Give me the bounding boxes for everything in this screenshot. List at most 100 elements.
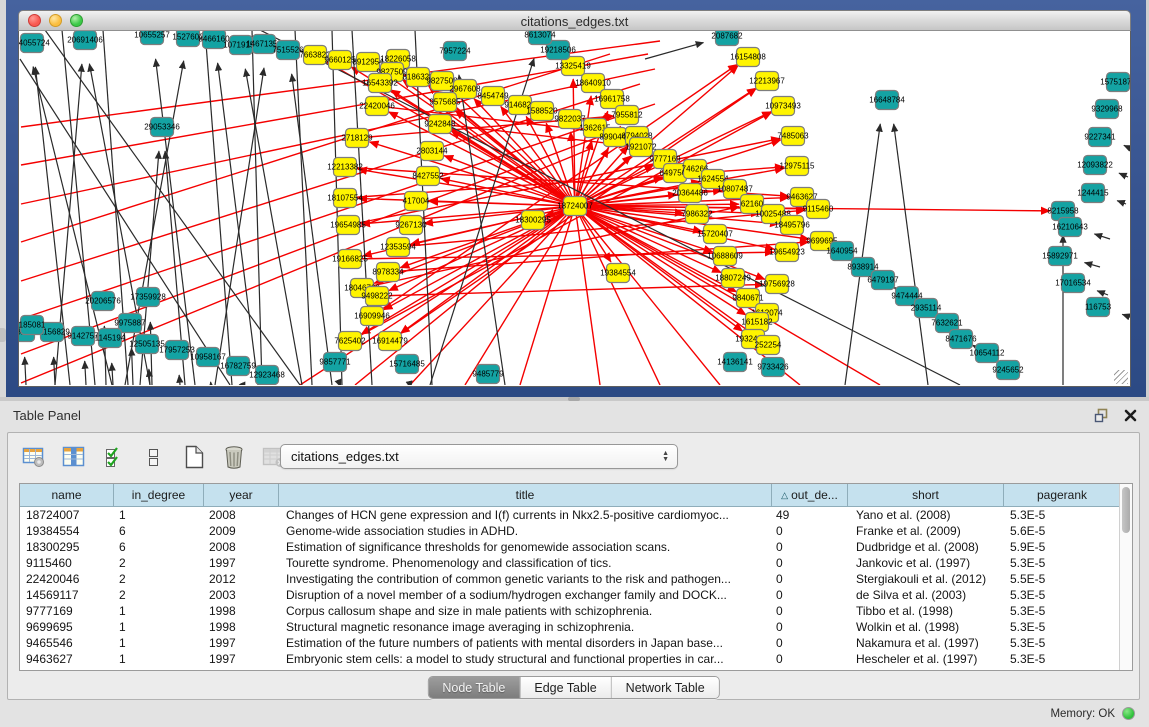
graph-node-teal[interactable]: 20691406: [67, 31, 103, 50]
graph-node-yellow[interactable]: 7625402: [334, 332, 366, 351]
graph-node-yellow[interactable]: 8978334: [372, 263, 404, 282]
select-columns-icon[interactable]: [60, 443, 88, 471]
graph-node-teal[interactable]: 15892971: [1042, 247, 1078, 266]
graph-node-teal[interactable]: 9329968: [1091, 100, 1123, 119]
graph-node-yellow[interactable]: 9242848: [424, 115, 456, 134]
graph-node-teal[interactable]: 116753: [1085, 298, 1112, 317]
graph-node-yellow[interactable]: 7485063: [777, 127, 809, 146]
side-panel-handle[interactable]: [0, 328, 6, 342]
graph-node-yellow[interactable]: 417004: [403, 192, 430, 211]
column-header-year[interactable]: year: [204, 484, 279, 506]
graph-node-teal[interactable]: 1145194: [95, 329, 126, 348]
graph-node-teal[interactable]: 9227341: [1084, 128, 1116, 147]
graph-node-yellow[interactable]: 2718129: [341, 129, 373, 148]
cell-short: Stergiakouli et al. (2012): [848, 571, 1004, 587]
graph-node-yellow[interactable]: 12975115: [780, 157, 816, 176]
clear-selection-icon[interactable]: [140, 443, 168, 471]
graph-node-teal[interactable]: 6479197: [867, 271, 899, 290]
graph-node-yellow[interactable]: 9660125: [324, 51, 356, 70]
column-header-name[interactable]: name: [20, 484, 114, 506]
graph-node-teal[interactable]: 9485779: [472, 365, 504, 384]
svg-text:9498222: 9498222: [361, 292, 393, 301]
tab-node-table[interactable]: Node Table: [428, 677, 519, 698]
select-all-checks-icon[interactable]: [100, 443, 128, 471]
graph-node-teal[interactable]: 9733426: [757, 358, 789, 377]
column-header-out_de[interactable]: △out_de...: [772, 484, 848, 506]
table-row[interactable]: 1830029562008Estimation of significance …: [20, 539, 1132, 555]
graph-node-teal[interactable]: 24055724: [19, 34, 50, 53]
graph-node-teal[interactable]: 2087682: [711, 31, 743, 46]
graph-node-yellow[interactable]: 2803144: [416, 142, 448, 161]
graph-node-yellow[interactable]: 19654985: [330, 216, 366, 235]
graph-node-teal[interactable]: 16648784: [869, 91, 905, 110]
network-canvas-svg: 1872400776638229660125891295418226058982…: [19, 31, 1130, 385]
graph-node-teal[interactable]: 9245652: [992, 361, 1024, 380]
svg-text:1145194: 1145194: [95, 334, 126, 343]
graph-node-teal[interactable]: 12093822: [1077, 156, 1113, 175]
column-header-title[interactable]: title: [279, 484, 772, 506]
new-document-icon[interactable]: [180, 443, 208, 471]
table-row[interactable]: 2242004622012Investigating the contribut…: [20, 571, 1132, 587]
vertical-scrollbar[interactable]: [1119, 484, 1132, 670]
graph-node-teal[interactable]: 20206576: [85, 292, 121, 311]
graph-node-yellow[interactable]: 19384554: [600, 264, 636, 283]
graph-node-teal[interactable]: 8613074: [524, 31, 556, 45]
tab-network-table[interactable]: Network Table: [611, 677, 719, 698]
graph-node-teal[interactable]: 17016534: [1055, 274, 1091, 293]
svg-text:62160: 62160: [741, 200, 764, 209]
graph-node-yellow[interactable]: 1588520: [526, 102, 558, 121]
delete-trash-icon[interactable]: [220, 443, 248, 471]
graph-node-yellow[interactable]: 16154808: [730, 48, 766, 67]
graph-node-teal[interactable]: 7515526: [272, 41, 304, 60]
table-settings-icon[interactable]: [20, 443, 48, 471]
graph-node-yellow[interactable]: 9267130: [395, 216, 427, 235]
table-select-dropdown[interactable]: citations_edges.txt ▲▼: [280, 444, 678, 469]
table-row[interactable]: 977716911998Corpus callosum shape and si…: [20, 603, 1132, 619]
graph-node-yellow[interactable]: 9575685: [429, 93, 461, 112]
tab-edge-table[interactable]: Edge Table: [519, 677, 610, 698]
table-row[interactable]: 946554611997Estimation of the future num…: [20, 635, 1132, 651]
graph-node-yellow[interactable]: 7986322: [681, 205, 713, 224]
close-icon[interactable]: [1124, 409, 1137, 422]
graph-node-teal[interactable]: 15751874: [1100, 73, 1130, 92]
network-view-canvas[interactable]: 1872400776638229660125891295418226058982…: [18, 31, 1131, 387]
table-row[interactable]: 911546021997Tourette syndrome. Phenomeno…: [20, 555, 1132, 571]
graph-node-yellow[interactable]: 12213967: [749, 72, 785, 91]
graph-node-teal[interactable]: 17359928: [130, 288, 166, 307]
svg-text:9975887: 9975887: [114, 319, 146, 328]
column-header-short[interactable]: short: [848, 484, 1004, 506]
graph-node-yellow[interactable]: 1615182: [741, 313, 773, 332]
graph-node-teal[interactable]: 1244415: [1077, 184, 1109, 203]
table-row[interactable]: 1456911722003Disruption of a novel membe…: [20, 587, 1132, 603]
cell-in_degree: 6: [114, 539, 204, 555]
graph-node-yellow[interactable]: 8427552: [412, 167, 444, 186]
graph-node-yellow[interactable]: 12353594: [380, 238, 416, 257]
column-header-pagerank[interactable]: pagerank: [1004, 484, 1121, 506]
table-row[interactable]: 1938455462009Genome-wide association stu…: [20, 523, 1132, 539]
graph-node-teal[interactable]: 14136141: [717, 353, 753, 372]
window-resize-grip[interactable]: [1114, 370, 1128, 384]
graph-node-yellow[interactable]: 19654923: [769, 243, 805, 262]
graph-node-teal[interactable]: 185081: [19, 316, 46, 335]
scrollbar-thumb[interactable]: [1122, 487, 1130, 533]
svg-text:12213382: 12213382: [327, 163, 363, 172]
graph-node-yellow[interactable]: 252254: [755, 336, 782, 355]
graph-node-teal[interactable]: 8471676: [945, 330, 977, 349]
cell-title: Investigating the contribution of common…: [279, 571, 772, 587]
graph-node-teal[interactable]: 29053346: [144, 118, 180, 137]
graph-node-teal[interactable]: 15716485: [389, 355, 425, 374]
graph-node-teal[interactable]: 9857771: [319, 353, 351, 372]
graph-node-yellow[interactable]: 19756928: [759, 275, 795, 294]
graph-node-yellow[interactable]: 9498222: [361, 287, 393, 306]
graph-node-teal[interactable]: 7957224: [439, 42, 471, 61]
table-row[interactable]: 946362711997Embryonic stem cells: a mode…: [20, 651, 1132, 667]
table-row[interactable]: 1872400712008Changes of HCN gene express…: [20, 507, 1132, 523]
graph-node-teal[interactable]: 10655257: [134, 31, 170, 45]
graph-node-yellow[interactable]: 7955812: [611, 106, 643, 125]
float-window-icon[interactable]: [1094, 408, 1110, 423]
network-window-titlebar[interactable]: citations_edges.txt: [18, 10, 1131, 31]
column-header-in_degree[interactable]: in_degree: [114, 484, 204, 506]
svg-text:16543392: 16543392: [362, 79, 398, 88]
table-row[interactable]: 969969511998Structural magnetic resonanc…: [20, 619, 1132, 635]
graph-node-yellow[interactable]: 9115460: [803, 200, 834, 219]
